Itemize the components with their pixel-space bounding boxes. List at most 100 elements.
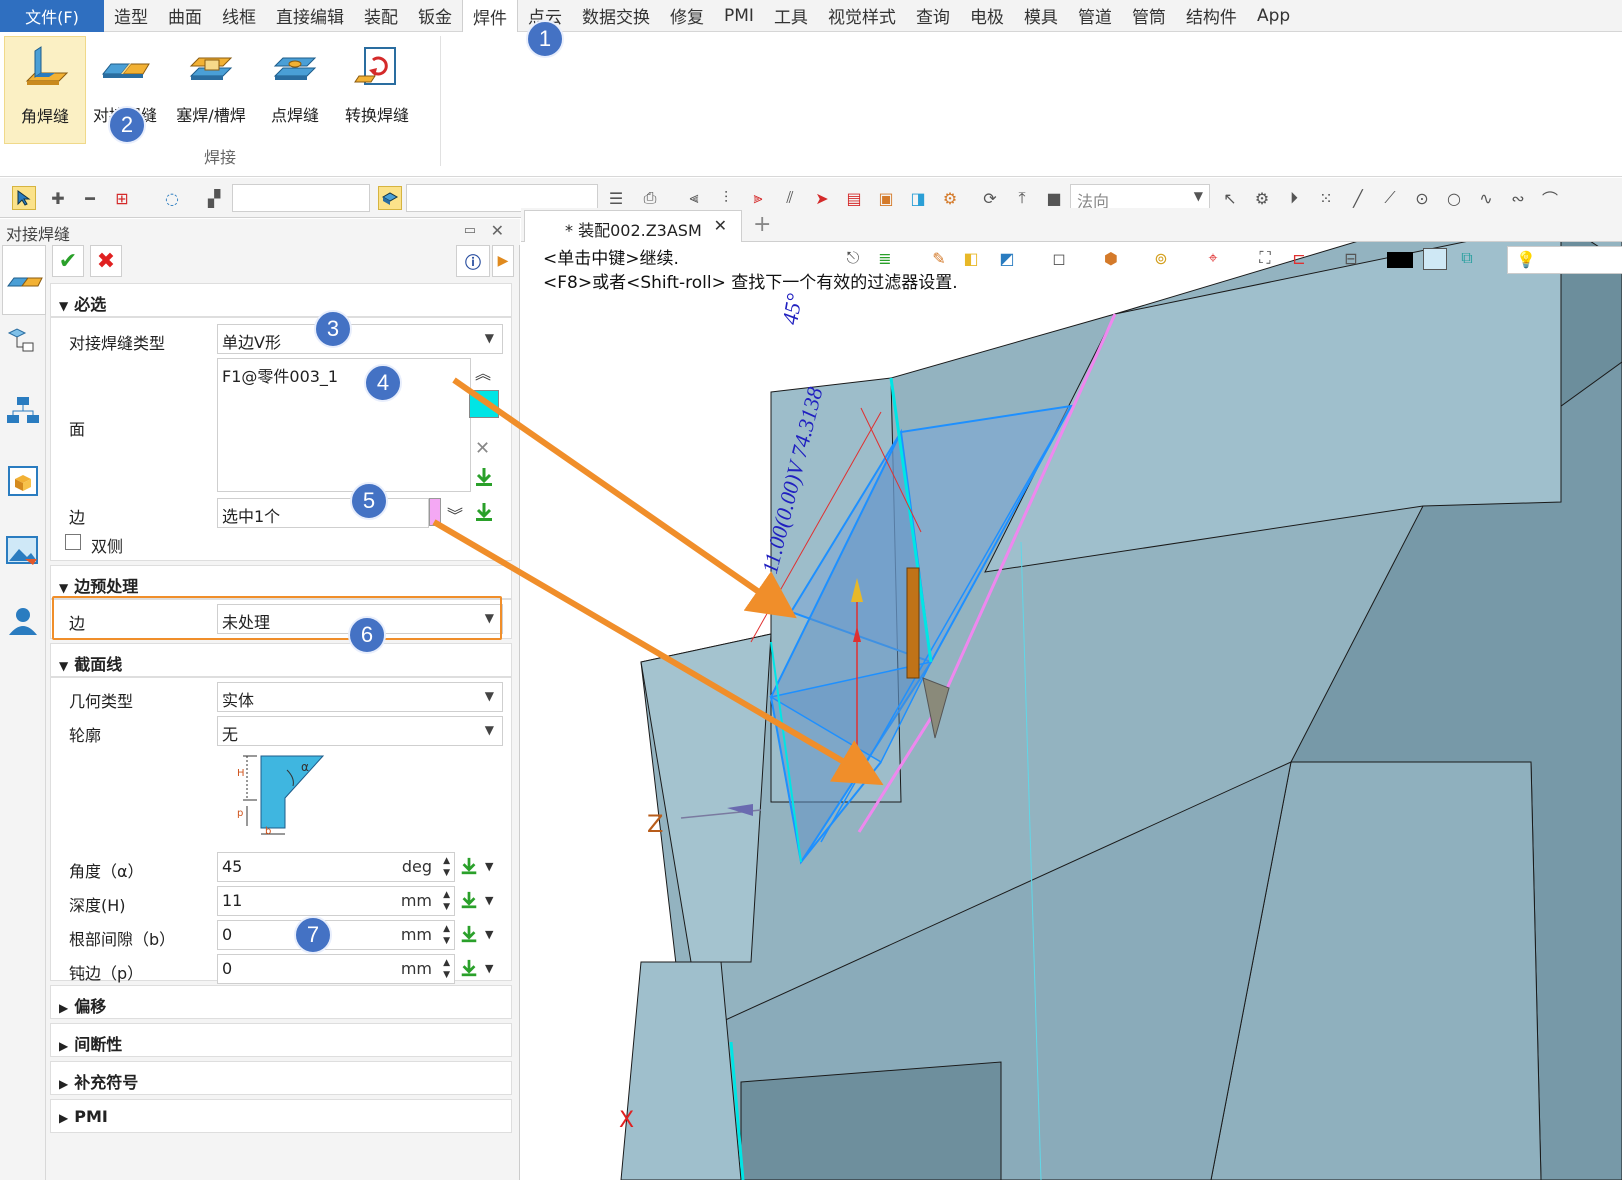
target-icon[interactable]: ⌖ bbox=[1201, 246, 1225, 270]
curve-icon[interactable]: ∾ bbox=[1506, 186, 1530, 210]
face-list[interactable]: F1@零件003_1 bbox=[217, 358, 471, 492]
section-offset[interactable]: ▶ 偏移 bbox=[50, 985, 512, 1019]
display-icon[interactable]: ⊟ bbox=[1339, 246, 1363, 270]
arc-icon[interactable]: ⌒ bbox=[1538, 186, 1562, 210]
rotate-icon[interactable]: ⟳ bbox=[978, 186, 1002, 210]
history-tree-tab[interactable] bbox=[5, 393, 41, 429]
menu-item-tools[interactable]: 工具 bbox=[764, 0, 818, 32]
part-filter-icon[interactable] bbox=[378, 186, 402, 210]
face-color-swatch[interactable] bbox=[469, 390, 499, 418]
pick-point-icon[interactable]: ⊞ bbox=[110, 186, 134, 210]
weld-feature-tab[interactable] bbox=[2, 245, 46, 315]
pan-icon[interactable]: ⤒ bbox=[1010, 186, 1034, 210]
menu-item-assembly[interactable]: 装配 bbox=[354, 0, 408, 32]
print-icon[interactable]: ⎙ bbox=[638, 186, 662, 210]
align-right-icon[interactable]: ⫽ bbox=[778, 186, 802, 210]
section-profile[interactable]: ▼ 截面线 bbox=[50, 643, 512, 677]
ok-check-icon[interactable]: ✔ bbox=[52, 245, 84, 277]
circle-icon[interactable]: ○ bbox=[1442, 186, 1466, 210]
section-edge-prep[interactable]: ▼ 边预处理 bbox=[50, 565, 512, 599]
cube-wire-icon[interactable]: ◻ bbox=[1047, 246, 1071, 270]
close-tab-icon[interactable]: ✕ bbox=[714, 216, 727, 235]
image-tab[interactable] bbox=[5, 533, 41, 569]
edge-field[interactable]: 选中1个 bbox=[217, 498, 429, 528]
root-face-input[interactable]: 0 mm ▲ ▼ bbox=[217, 954, 455, 984]
3d-viewport[interactable]: <单击中键>继续. <F8>或者<Shift-roll> 查找下一个有效的过滤器… bbox=[521, 242, 1622, 1180]
chevron-down-icon[interactable]: ▼ bbox=[485, 860, 493, 873]
menu-item-pmi[interactable]: PMI bbox=[714, 0, 764, 32]
spline-icon[interactable]: ∿ bbox=[1474, 186, 1498, 210]
menu-item-weldment[interactable]: 焊件 bbox=[462, 0, 518, 33]
lasso-select-icon[interactable]: ◌ bbox=[160, 186, 184, 210]
menu-item-electrode[interactable]: 电极 bbox=[960, 0, 1014, 32]
align-red-icon[interactable]: ⫸ bbox=[746, 186, 770, 210]
layer-icon[interactable]: ▤ bbox=[842, 186, 866, 210]
layer-stack-icon[interactable]: ≣ bbox=[873, 246, 897, 270]
menu-item-mold[interactable]: 模具 bbox=[1014, 0, 1068, 32]
expand-down-icon[interactable]: ︾ bbox=[447, 502, 463, 526]
spinner-icon[interactable]: ▲ ▼ bbox=[443, 923, 450, 947]
folder-icon[interactable]: ▣ bbox=[874, 186, 898, 210]
align-left-icon[interactable]: ⫷ bbox=[682, 186, 706, 210]
pick-download-icon[interactable] bbox=[459, 890, 481, 912]
polyhedron-icon[interactable]: ⬢ bbox=[1099, 246, 1123, 270]
remove-filter-icon[interactable]: ━ bbox=[78, 186, 102, 210]
pick-download-icon[interactable] bbox=[473, 501, 495, 523]
pin-icon[interactable]: ▭ bbox=[464, 223, 476, 238]
chevron-down-icon[interactable]: ▼ bbox=[485, 894, 493, 907]
angle-input[interactable]: 45 deg ▲ ▼ bbox=[217, 852, 455, 882]
expand-panel-icon[interactable]: ▶ bbox=[492, 245, 514, 277]
filter-combo[interactable] bbox=[232, 184, 370, 212]
measure-icon[interactable]: ⊏ bbox=[1287, 246, 1311, 270]
add-filter-icon[interactable]: ✚ bbox=[46, 186, 70, 210]
pencil-icon[interactable]: ✎ bbox=[927, 246, 951, 270]
menu-item-surface[interactable]: 曲面 bbox=[158, 0, 212, 32]
points-icon[interactable]: ⁙ bbox=[1314, 186, 1338, 210]
pick-download-icon[interactable] bbox=[459, 856, 481, 878]
geom-type-select[interactable]: 实体 ▼ bbox=[217, 682, 503, 712]
edge-color-swatch[interactable] bbox=[429, 498, 441, 526]
section-pmi[interactable]: ▶ PMI bbox=[50, 1099, 512, 1133]
spinner-icon[interactable]: ▲ ▼ bbox=[443, 957, 450, 981]
menu-item-query[interactable]: 查询 bbox=[906, 0, 960, 32]
light-bulb-icon[interactable]: 💡 bbox=[1507, 246, 1622, 274]
fillet-weld-button[interactable]: 角焊缝 bbox=[4, 36, 86, 144]
menu-item-sheetmetal[interactable]: 钣金 bbox=[408, 0, 462, 32]
spinner-icon[interactable]: ▲ ▼ bbox=[443, 889, 450, 913]
chevron-down-icon[interactable]: ▼ bbox=[485, 962, 493, 975]
both-sides-checkbox[interactable] bbox=[65, 534, 81, 550]
contour-select[interactable]: 无 ▼ bbox=[217, 716, 503, 746]
pointer-icon[interactable]: ➤ bbox=[810, 186, 834, 210]
plug-slot-weld-button[interactable]: 塞焊/槽焊 bbox=[170, 36, 252, 144]
play-icon[interactable]: ⏵ bbox=[1282, 186, 1306, 210]
pick-download-icon[interactable] bbox=[459, 924, 481, 946]
user-tab[interactable] bbox=[5, 603, 41, 639]
depth-input[interactable]: 11 mm ▲ ▼ bbox=[217, 886, 455, 916]
center-point-icon[interactable]: ⊙ bbox=[1410, 186, 1434, 210]
exit-icon[interactable]: ⎋ bbox=[841, 246, 865, 270]
segment-icon[interactable]: ⟋ bbox=[1378, 186, 1402, 210]
foreground-color-swatch[interactable] bbox=[1423, 248, 1447, 270]
menu-item-direct-edit[interactable]: 直接编辑 bbox=[266, 0, 354, 32]
spinner-icon[interactable]: ▲ ▼ bbox=[443, 855, 450, 879]
chevron-down-icon[interactable]: ▼ bbox=[485, 928, 493, 941]
section-symbol[interactable]: ▶ 补充符号 bbox=[50, 1061, 512, 1095]
render-icon[interactable]: ⊚ bbox=[1149, 246, 1173, 270]
convert-weld-button[interactable]: 转换焊缝 bbox=[336, 36, 418, 144]
section-required[interactable]: ▼ 必选 bbox=[50, 283, 512, 317]
layers-icon[interactable]: ⧉ bbox=[1455, 246, 1479, 270]
cube-shaded-icon[interactable]: ◩ bbox=[995, 246, 1019, 270]
menu-item-modeling[interactable]: 造型 bbox=[104, 0, 158, 32]
settings-gear-icon[interactable]: ⚙ bbox=[938, 186, 962, 210]
gear-icon[interactable]: ⚙ bbox=[1250, 186, 1274, 210]
menu-item-app[interactable]: App bbox=[1247, 0, 1300, 32]
menu-item-tubing[interactable]: 管筒 bbox=[1122, 0, 1176, 32]
info-icon[interactable]: ⓘ bbox=[456, 245, 490, 277]
menu-item-piping[interactable]: 管道 bbox=[1068, 0, 1122, 32]
align-center-icon[interactable]: ⫶ bbox=[714, 186, 738, 210]
assembly-tree-tab[interactable] bbox=[5, 323, 41, 359]
collapse-up-icon[interactable]: ︽ bbox=[475, 360, 491, 384]
menu-item-repair[interactable]: 修复 bbox=[660, 0, 714, 32]
stop-icon[interactable]: ■ bbox=[1042, 186, 1066, 210]
root-gap-input[interactable]: 0 mm ▲ ▼ bbox=[217, 920, 455, 950]
